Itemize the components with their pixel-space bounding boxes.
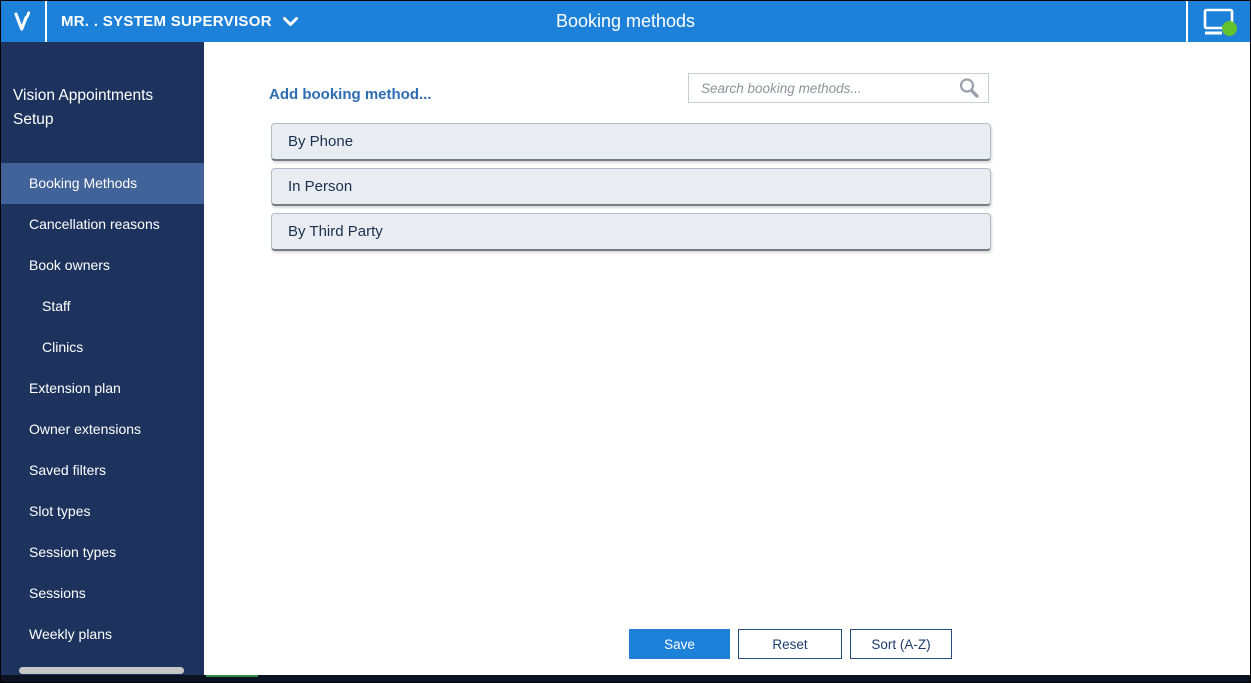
search-icon[interactable]: [957, 76, 981, 100]
page-title: Booking methods: [555, 11, 696, 31]
sidebar-item-extension-plan[interactable]: Extension plan: [1, 368, 204, 409]
footer-buttons: Save Reset Sort (A-Z): [629, 629, 952, 659]
sidebar-item-slot-types[interactable]: Slot types: [1, 491, 204, 532]
taskbar-green-fragment: [206, 675, 258, 677]
sidebar: Vision Appointments Setup Booking Method…: [1, 42, 204, 677]
user-menu-label: MR. . SYSTEM SUPERVISOR: [61, 13, 272, 30]
bottom-window-strip: [1, 675, 1250, 682]
main-content: Add booking method... By Phone In Person…: [204, 42, 1250, 677]
monitor-icon: [1199, 6, 1239, 38]
sidebar-item-book-owners[interactable]: Book owners: [1, 245, 204, 286]
sidebar-item-session-types[interactable]: Session types: [1, 532, 204, 573]
sidebar-item-staff[interactable]: Staff: [1, 286, 204, 327]
vision-logo-icon: [9, 8, 37, 36]
sidebar-item-weekly-plans[interactable]: Weekly plans: [1, 614, 204, 655]
user-menu[interactable]: MR. . SYSTEM SUPERVISOR: [61, 1, 298, 42]
app-window: MR. . SYSTEM SUPERVISOR Booking methods …: [0, 0, 1251, 683]
session-status[interactable]: [1186, 1, 1250, 42]
booking-method-item-by-third-party[interactable]: By Third Party: [271, 213, 991, 251]
sidebar-horizontal-scrollbar[interactable]: [19, 667, 184, 674]
sort-az-button[interactable]: Sort (A-Z): [850, 629, 952, 659]
sidebar-item-clinics[interactable]: Clinics: [1, 327, 204, 368]
save-button[interactable]: Save: [629, 629, 730, 659]
search-box: [688, 73, 989, 103]
sidebar-item-sessions[interactable]: Sessions: [1, 573, 204, 614]
chevron-down-icon: [282, 16, 298, 27]
status-green-dot: [1222, 20, 1237, 36]
booking-method-item-in-person[interactable]: In Person: [271, 168, 991, 206]
sidebar-item-cancellation-reasons[interactable]: Cancellation reasons: [1, 204, 204, 245]
sidebar-item-saved-filters[interactable]: Saved filters: [1, 450, 204, 491]
booking-method-list: By Phone In Person By Third Party: [271, 123, 991, 258]
app-header: MR. . SYSTEM SUPERVISOR Booking methods: [1, 1, 1250, 42]
reset-button[interactable]: Reset: [738, 629, 842, 659]
search-input[interactable]: [689, 74, 957, 102]
sidebar-item-booking-methods[interactable]: Booking Methods: [1, 163, 204, 204]
sidebar-title: Vision Appointments Setup: [13, 87, 154, 128]
add-booking-method-link[interactable]: Add booking method...: [269, 86, 431, 103]
sidebar-item-owner-extensions[interactable]: Owner extensions: [1, 409, 204, 450]
vision-logo[interactable]: [1, 1, 47, 42]
sidebar-nav: Booking Methods Cancellation reasons Boo…: [1, 163, 204, 655]
booking-method-item-by-phone[interactable]: By Phone: [271, 123, 991, 161]
